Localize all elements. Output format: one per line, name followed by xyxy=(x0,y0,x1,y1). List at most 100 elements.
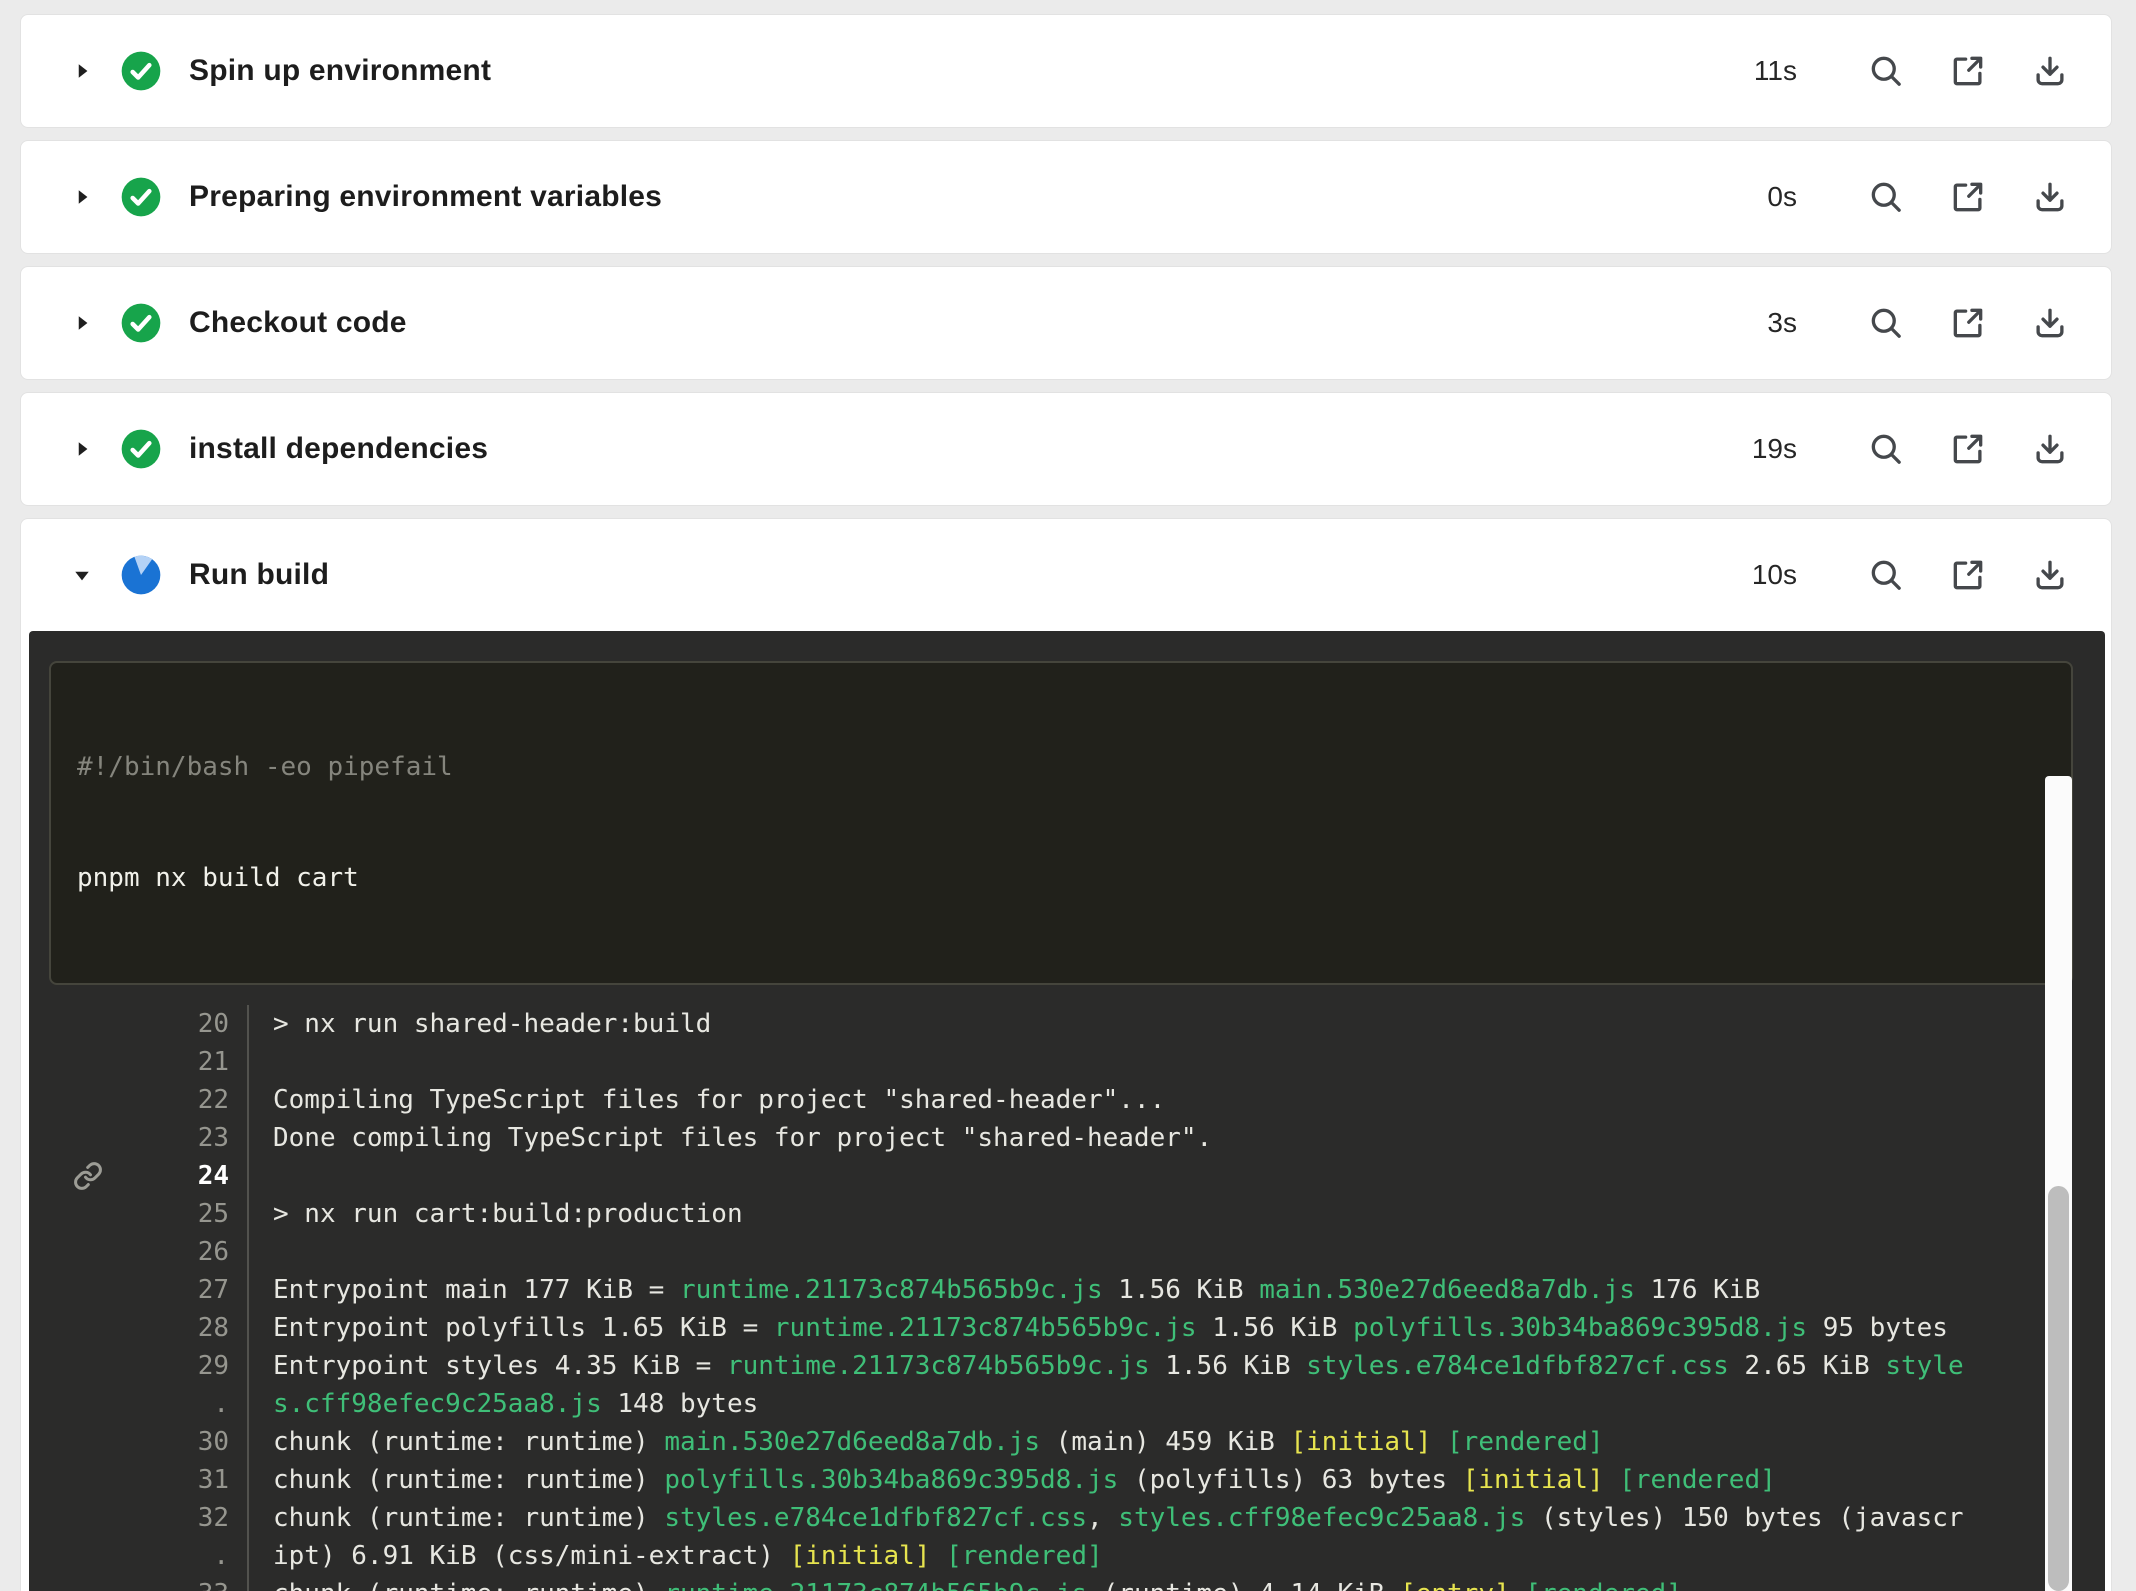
download-button[interactable] xyxy=(2029,428,2071,470)
expand-toggle[interactable] xyxy=(67,560,97,590)
step-header-checkout-code[interactable]: Checkout code 3s xyxy=(21,267,2111,379)
log-segment: style xyxy=(1885,1351,1963,1381)
expand-toggle[interactable] xyxy=(67,56,97,86)
download-button[interactable] xyxy=(2029,554,2071,596)
search-button[interactable] xyxy=(1865,428,1907,470)
log-segment: chunk (runtime: runtime) xyxy=(273,1465,664,1495)
log-segment: [rendered] xyxy=(1447,1427,1604,1457)
line-link-slot xyxy=(49,1119,127,1157)
open-in-new-button[interactable] xyxy=(1947,428,1989,470)
search-button[interactable] xyxy=(1865,302,1907,344)
step-duration: 0s xyxy=(1767,181,1797,213)
log-line-content: s.cff98efec9c25aa8.js 148 bytes xyxy=(247,1385,2105,1423)
log-line-content xyxy=(247,1233,2105,1271)
step-duration: 10s xyxy=(1752,559,1797,591)
line-link-slot xyxy=(49,1423,127,1461)
build-steps-page: Spin up environment 11s Preparing enviro… xyxy=(0,0,2136,1591)
line-link-slot xyxy=(49,1499,127,1537)
step-header-spin-up-environment[interactable]: Spin up environment 11s xyxy=(21,15,2111,127)
search-button[interactable] xyxy=(1865,50,1907,92)
log-line-content: chunk (runtime: runtime) runtime.21173c8… xyxy=(247,1575,2105,1591)
step-header-preparing-environment-variables[interactable]: Preparing environment variables 0s xyxy=(21,141,2111,253)
step-duration: 19s xyxy=(1752,433,1797,465)
search-icon xyxy=(1867,304,1905,342)
log-row: 28 Entrypoint polyfills 1.65 KiB = runti… xyxy=(49,1309,2105,1347)
log-segment: (main) 459 KiB xyxy=(1040,1427,1290,1457)
step-header-run-build[interactable]: Run build 10s xyxy=(21,519,2111,631)
line-number[interactable]: 23 xyxy=(127,1119,247,1157)
line-number[interactable]: 26 xyxy=(127,1233,247,1271)
log-area: 20 > nx run shared-header:build 21 22 Co… xyxy=(49,1005,2105,1591)
log-row: . s.cff98efec9c25aa8.js 148 bytes xyxy=(49,1385,2105,1423)
log-segment: runtime.21173c874b565b9c.js xyxy=(727,1351,1150,1381)
log-segment: 148 bytes xyxy=(602,1389,759,1419)
open-in-new-icon xyxy=(1949,304,1987,342)
step-title: Preparing environment variables xyxy=(189,180,662,214)
line-number[interactable]: 20 xyxy=(127,1005,247,1043)
log-segment xyxy=(930,1541,946,1571)
log-row: 21 xyxy=(49,1043,2105,1081)
chevron-right-icon xyxy=(69,436,95,462)
line-number[interactable]: 27 xyxy=(127,1271,247,1309)
log-line-content: Entrypoint polyfills 1.65 KiB = runtime.… xyxy=(247,1309,2105,1347)
terminal-panel: #!/bin/bash -eo pipefail pnpm nx build c… xyxy=(29,631,2105,1591)
expand-toggle[interactable] xyxy=(67,308,97,338)
log-segment: main.530e27d6eed8a7db.js xyxy=(1259,1275,1635,1305)
search-button[interactable] xyxy=(1865,554,1907,596)
log-segment: [rendered] xyxy=(1619,1465,1776,1495)
scrollbar-thumb[interactable] xyxy=(2048,1186,2069,1591)
line-number[interactable]: 29 xyxy=(127,1347,247,1385)
download-button[interactable] xyxy=(2029,176,2071,218)
line-number[interactable]: 33 xyxy=(127,1575,247,1591)
log-segment xyxy=(1510,1579,1526,1591)
line-number[interactable]: 31 xyxy=(127,1461,247,1499)
open-in-new-button[interactable] xyxy=(1947,176,1989,218)
step-card: Spin up environment 11s xyxy=(20,14,2112,128)
search-button[interactable] xyxy=(1865,176,1907,218)
step-header-install-dependencies[interactable]: install dependencies 19s xyxy=(21,393,2111,505)
log-row: . ipt) 6.91 KiB (css/mini-extract) [init… xyxy=(49,1537,2105,1575)
line-link-slot xyxy=(49,1537,127,1575)
line-number[interactable]: . xyxy=(127,1537,247,1575)
check-circle-icon xyxy=(121,303,161,343)
log-line-content xyxy=(247,1157,2105,1195)
step-duration: 11s xyxy=(1754,55,1797,87)
log-row: 27 Entrypoint main 177 KiB = runtime.211… xyxy=(49,1271,2105,1309)
open-in-new-button[interactable] xyxy=(1947,554,1989,596)
line-link-slot xyxy=(49,1347,127,1385)
line-number[interactable]: 21 xyxy=(127,1043,247,1081)
step-card: Checkout code 3s xyxy=(20,266,2112,380)
log-segment: [initial] xyxy=(790,1541,931,1571)
line-link-slot xyxy=(49,1271,127,1309)
log-segment: styles.e784ce1dfbf827cf.css xyxy=(664,1503,1087,1533)
log-segment: [rendered] xyxy=(1525,1579,1682,1591)
step-title: Checkout code xyxy=(189,306,407,340)
scrollbar[interactable] xyxy=(2045,776,2072,1591)
expand-toggle[interactable] xyxy=(67,434,97,464)
expand-toggle[interactable] xyxy=(67,182,97,212)
line-number[interactable]: 28 xyxy=(127,1309,247,1347)
check-circle-icon xyxy=(121,177,161,217)
open-in-new-button[interactable] xyxy=(1947,50,1989,92)
line-number[interactable]: 30 xyxy=(127,1423,247,1461)
line-number[interactable]: . xyxy=(127,1385,247,1423)
line-link-button[interactable] xyxy=(49,1157,127,1195)
command-line: pnpm nx build cart xyxy=(77,860,2045,897)
step-duration: 3s xyxy=(1767,307,1797,339)
line-number[interactable]: 32 xyxy=(127,1499,247,1537)
search-icon xyxy=(1867,178,1905,216)
log-segment: chunk (runtime: runtime) xyxy=(273,1427,664,1457)
line-number[interactable]: 24 xyxy=(127,1157,247,1195)
log-segment: 1.56 KiB xyxy=(1197,1313,1354,1343)
line-number[interactable]: 22 xyxy=(127,1081,247,1119)
line-link-slot xyxy=(49,1043,127,1081)
log-segment: > nx run shared-header:build xyxy=(273,1009,711,1039)
line-link-slot xyxy=(49,1575,127,1591)
log-segment: styles.e784ce1dfbf827cf.css xyxy=(1306,1351,1729,1381)
download-button[interactable] xyxy=(2029,50,2071,92)
download-button[interactable] xyxy=(2029,302,2071,344)
open-in-new-button[interactable] xyxy=(1947,302,1989,344)
step-title: install dependencies xyxy=(189,432,488,466)
line-number[interactable]: 25 xyxy=(127,1195,247,1233)
line-link-slot xyxy=(49,1233,127,1271)
